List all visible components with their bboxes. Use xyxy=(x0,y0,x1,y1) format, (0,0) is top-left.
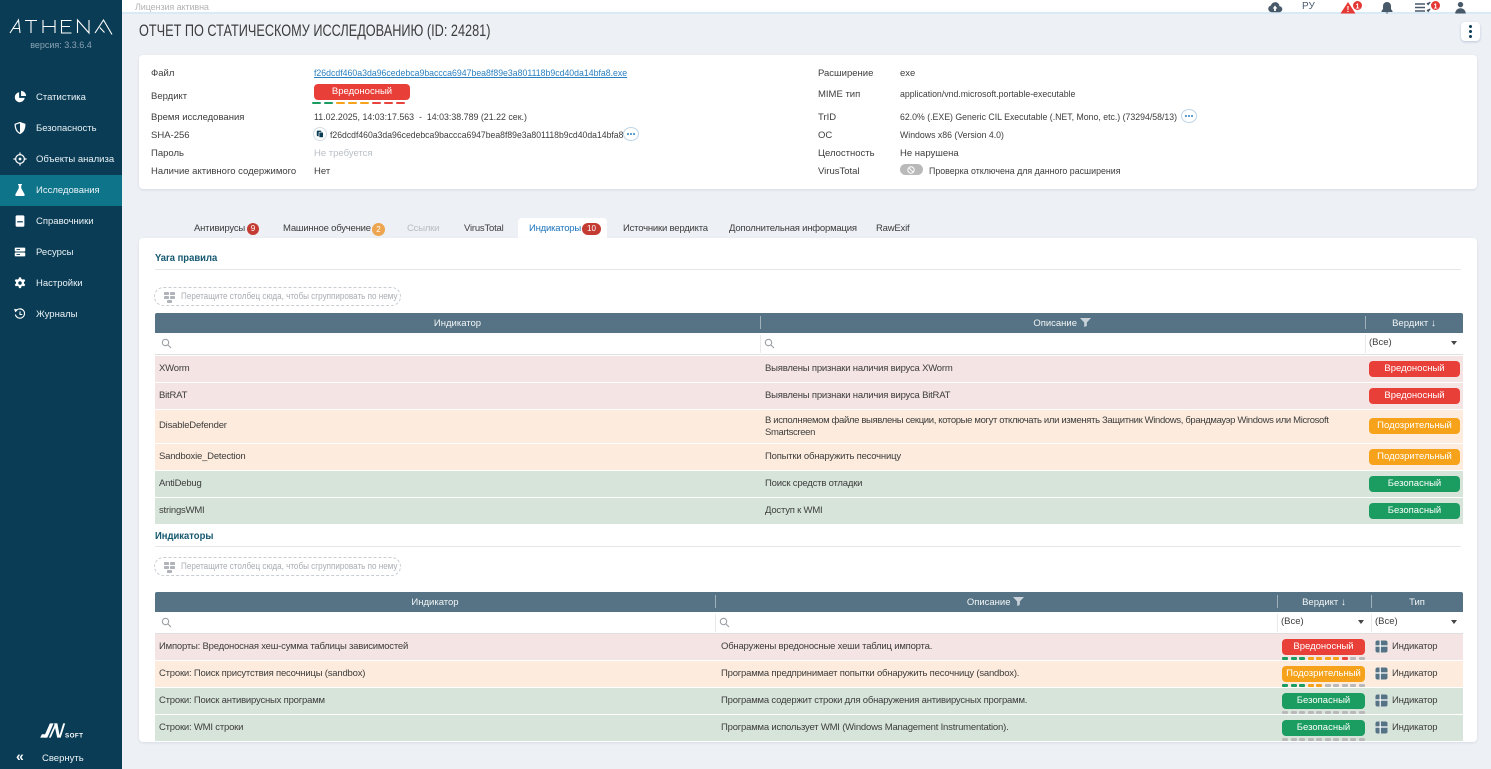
svg-text:1: 1 xyxy=(1356,3,1360,10)
svg-text:SOFT: SOFT xyxy=(65,733,83,739)
svg-text:!: ! xyxy=(1347,5,1350,14)
svg-text:1: 1 xyxy=(1434,3,1438,10)
